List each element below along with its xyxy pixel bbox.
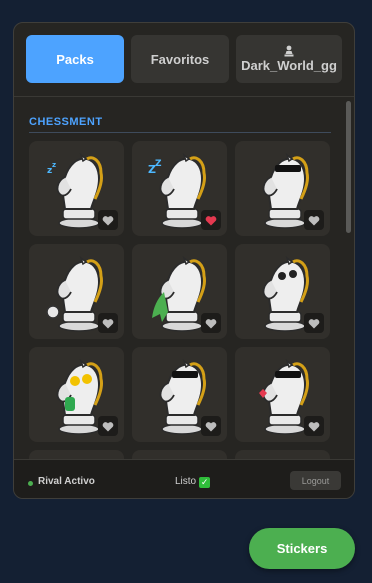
check-icon: ✓ [199,477,211,488]
sticker-scroll-area[interactable]: CHESSMENT zzZZ [14,97,354,461]
heart-icon [205,421,217,431]
sticker-knight-kiss-heart[interactable] [235,347,330,442]
sticker-panel: Packs Favoritos Dark_World_gg CHESSMENT … [13,22,355,499]
sticker-knight-money-eyes[interactable] [29,347,124,442]
heart-icon [205,318,217,328]
sticker-knight-laughing-tears[interactable] [132,347,227,442]
status-text: Rival Activo [38,476,95,487]
tab-bar: Packs Favoritos Dark_World_gg [14,23,354,96]
tab-favoritos-label: Favoritos [150,51,210,67]
ready-label: Listo [175,476,197,487]
heart-icon [102,318,114,328]
stickers-button[interactable]: Stickers [249,528,355,569]
section-title: CHESSMENT [29,116,103,128]
favorite-toggle[interactable] [201,416,221,436]
favorite-toggle[interactable] [201,313,221,333]
sticker-knight-thumbs-up[interactable] [29,244,124,339]
svg-text:z: z [52,161,56,169]
favorite-toggle[interactable] [304,210,324,230]
status-dot [28,481,33,486]
tab-packs[interactable]: Packs [26,35,124,83]
heart-icon [308,215,320,225]
tab-favoritos[interactable]: Favoritos [131,35,229,83]
heart-icon [102,421,114,431]
sticker-knight-dizzy-tongue[interactable] [235,244,330,339]
pawn-icon [284,45,294,57]
logout-button[interactable]: Logout [290,471,341,490]
tab-user[interactable]: Dark_World_gg [236,35,342,83]
ready-status: Listo ✓ [175,476,211,488]
section-divider [29,132,331,133]
sticker-knight-vomiting[interactable] [132,244,227,339]
heart-icon [205,215,217,225]
favorite-toggle[interactable] [201,210,221,230]
sticker-knight-sleeping-zzz[interactable]: ZZ [132,141,227,236]
heart-icon [308,318,320,328]
favorite-toggle[interactable] [304,313,324,333]
svg-text:Z: Z [155,159,162,169]
status-footer: Rival Activo Listo ✓ Logout [14,459,354,498]
favorite-toggle[interactable] [98,313,118,333]
scrollbar[interactable] [346,101,351,233]
favorite-toggle[interactable] [98,416,118,436]
tab-packs-label: Packs [56,51,94,67]
favorite-toggle[interactable] [304,416,324,436]
sticker-knight-sleepy-yawn[interactable]: zz [29,141,124,236]
sticker-knight-sunglasses-grimace[interactable] [235,141,330,236]
heart-icon [308,421,320,431]
tab-user-label: Dark_World_gg [241,58,337,73]
heart-icon [102,215,114,225]
favorite-toggle[interactable] [98,210,118,230]
